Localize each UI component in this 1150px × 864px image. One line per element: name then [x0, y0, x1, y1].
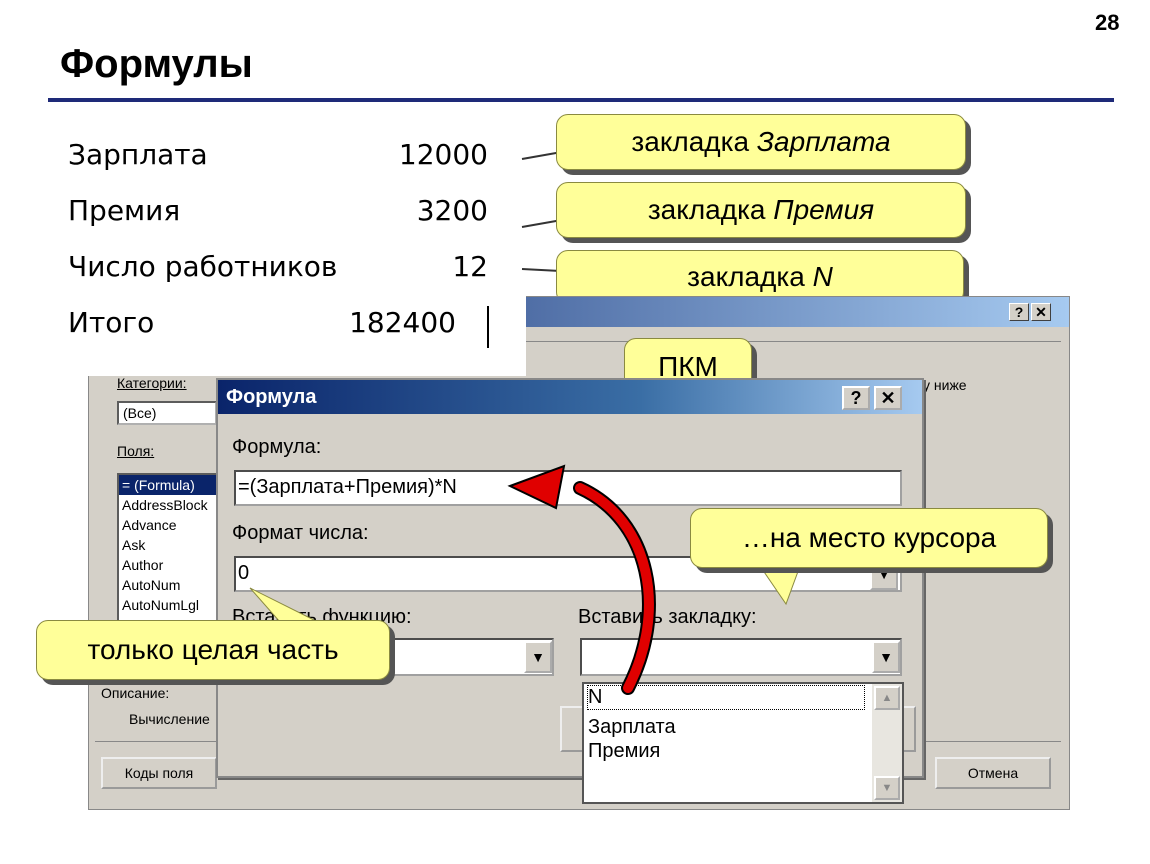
list-item[interactable]: Зарплата [588, 716, 676, 739]
callout-prefix: закладка [631, 126, 757, 157]
list-item[interactable]: Author [119, 555, 219, 575]
doc-label: Число работников [68, 250, 338, 283]
list-item[interactable]: Премия [588, 740, 660, 763]
right-hint-text: у ниже [923, 377, 967, 393]
text-cursor [487, 306, 489, 348]
doc-label: Зарплата [68, 138, 208, 171]
chevron-down-icon[interactable]: ▼ [524, 641, 552, 673]
slide-title: Формулы [60, 42, 253, 86]
list-item[interactable]: AddressBlock [119, 495, 219, 515]
formula-label: Формула: [232, 436, 322, 458]
help-button[interactable]: ? [842, 386, 870, 410]
formula-input[interactable]: =(Зарплата+Премия)*N [234, 470, 902, 506]
insert-bookmark-select[interactable] [580, 638, 902, 676]
callout-prefix: закладка [687, 261, 813, 292]
connector-line [521, 219, 558, 228]
slide-number: 28 [1095, 10, 1120, 35]
doc-row-salary: Зарплата 12000 [68, 130, 498, 180]
callout-bookmark-name: Зарплата [756, 126, 891, 157]
doc-value: 12000 [398, 138, 488, 171]
fields-list[interactable]: = (Formula) AddressBlock Advance Ask Aut… [117, 473, 221, 627]
callout-bookmark-name: N [812, 261, 833, 292]
callout-integer: только целая часть [36, 620, 390, 680]
description-label: Описание: [101, 685, 170, 701]
bookmark-list[interactable]: N Зарплата Премия ▲ ▼ [582, 682, 904, 804]
doc-row-total: Итого 182400 [68, 298, 498, 348]
doc-value: 3200 [416, 194, 488, 227]
number-format-label: Формат числа: [232, 522, 369, 544]
callout-prefix: закладка [647, 194, 774, 225]
formula-dialog: Формула ? ✕ Формула: =(Зарплата+Премия)*… [216, 378, 924, 804]
list-item[interactable]: N [587, 685, 865, 710]
list-item[interactable]: AutoNum [119, 575, 219, 595]
fields-label: Поля: [117, 443, 155, 459]
doc-label: Итого [68, 306, 155, 339]
connector-line [521, 268, 559, 272]
close-button[interactable]: ✕ [874, 386, 902, 410]
list-item[interactable]: Ask [119, 535, 219, 555]
field-codes-button[interactable]: Коды поля [101, 757, 217, 789]
doc-label: Премия [68, 194, 181, 227]
doc-row-workers: Число работников 12 [68, 242, 498, 292]
title-rule [48, 98, 1114, 102]
doc-row-bonus: Премия 3200 [68, 186, 498, 236]
scroll-up-icon[interactable]: ▲ [874, 686, 900, 710]
cancel-button[interactable]: Отмена [935, 757, 1051, 789]
doc-value: 182400 [349, 306, 456, 339]
categories-label: Категории: [117, 375, 187, 391]
scrollbar[interactable]: ▲ ▼ [872, 684, 902, 802]
close-button[interactable]: ✕ [1031, 303, 1051, 321]
callout-cursor: …на место курсора [690, 508, 1048, 568]
list-item[interactable]: = (Formula) [119, 475, 219, 495]
scroll-down-icon[interactable]: ▼ [874, 776, 900, 800]
callout-bookmark-name: Премия [773, 194, 875, 225]
formula-dialog-titlebar[interactable]: Формула [218, 380, 922, 414]
ok-button[interactable] [560, 706, 582, 752]
list-item[interactable]: AutoNumLgl [119, 595, 219, 615]
description-text: Вычисление [129, 711, 210, 727]
list-item[interactable]: Advance [119, 515, 219, 535]
help-button[interactable]: ? [1009, 303, 1029, 321]
doc-cover: Итого 182400 [60, 290, 526, 376]
chevron-down-icon[interactable]: ▼ [872, 641, 900, 673]
callout-bookmark-bonus: закладка Премия [556, 182, 966, 238]
categories-select[interactable]: (Все) [117, 401, 217, 425]
connector-line [521, 151, 558, 160]
cancel-button-partial[interactable] [902, 706, 916, 752]
insert-bookmark-label: Вставить закладку: [578, 606, 757, 628]
doc-value: 12 [452, 250, 488, 283]
dialog-title: Формула [226, 386, 317, 408]
callout-bookmark-salary: закладка Зарплата [556, 114, 966, 170]
